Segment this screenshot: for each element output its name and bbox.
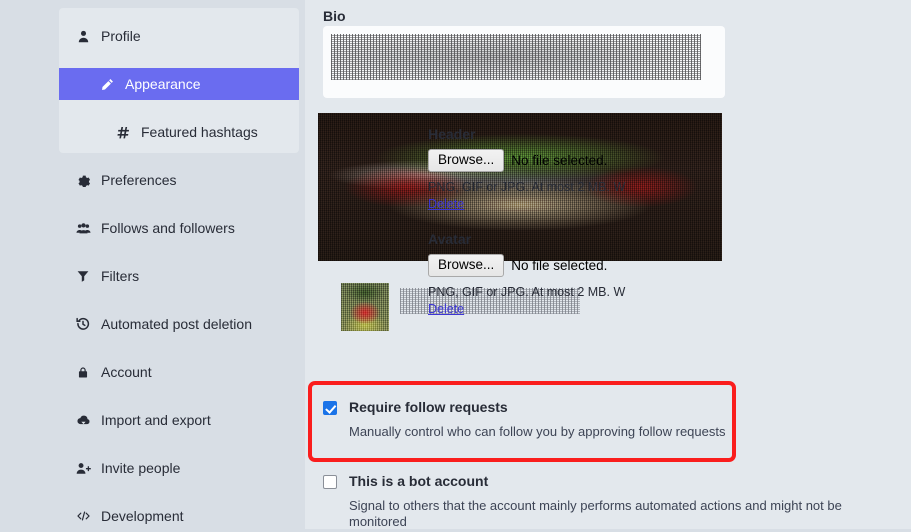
lock-icon: [75, 364, 91, 380]
sidebar-item-import-and-export[interactable]: Import and export: [75, 404, 211, 436]
sidebar-item-label: Featured hashtags: [141, 124, 258, 140]
bot-account-row: This is a bot account Signal to others t…: [323, 474, 903, 530]
bio-textarea[interactable]: [323, 26, 725, 98]
sidebar-item-automated-post-deletion[interactable]: Automated post deletion: [75, 308, 252, 340]
people-icon: [75, 220, 91, 236]
sidebar-item-invite-people[interactable]: Invite people: [75, 452, 180, 484]
settings-appearance-page: Profile Appearance Featured hashtags Pre…: [0, 0, 911, 529]
header-upload-label: Header: [428, 126, 476, 142]
sidebar-item-label: Import and export: [101, 412, 211, 428]
require-follow-requests-description: Manually control who can follow you by a…: [349, 424, 726, 439]
header-file-status: No file selected.: [511, 152, 608, 168]
avatar-upload-field: Avatar Browse... No file selected. PNG, …: [428, 231, 626, 316]
sidebar-item-label: Follows and followers: [101, 220, 235, 236]
sidebar-item-label: Filters: [101, 268, 140, 284]
require-follow-requests-checkbox[interactable]: [323, 401, 337, 415]
sidebar-item-label: Development: [101, 508, 184, 524]
sidebar-item-label: Account: [101, 364, 152, 380]
sidebar-item-follows-and-followers[interactable]: Follows and followers: [75, 212, 235, 244]
person-add-icon: [75, 460, 91, 476]
history-icon: [75, 316, 91, 332]
avatar-file-input-row[interactable]: Browse... No file selected.: [428, 254, 608, 277]
sidebar-item-featured-hashtags[interactable]: Featured hashtags: [115, 116, 258, 148]
funnel-icon: [75, 268, 91, 284]
sidebar-item-appearance[interactable]: Appearance: [59, 68, 299, 100]
sidebar-item-profile[interactable]: Profile: [75, 20, 141, 52]
sidebar-item-label: Appearance: [125, 76, 201, 92]
avatar-file-status: No file selected.: [511, 257, 608, 273]
avatar-upload-hint: PNG, GIF or JPG. At most 2 MB. W: [428, 284, 626, 299]
sidebar-item-preferences[interactable]: Preferences: [75, 164, 176, 196]
header-browse-button[interactable]: Browse...: [428, 149, 505, 172]
header-file-input-row[interactable]: Browse... No file selected.: [428, 149, 608, 172]
bot-account-title[interactable]: This is a bot account: [349, 474, 488, 489]
sidebar-item-label: Preferences: [101, 172, 177, 188]
appearance-settings-form: Bio: [305, 0, 911, 529]
bot-account-checkbox[interactable]: [323, 475, 337, 489]
require-follow-requests-title[interactable]: Require follow requests: [349, 400, 508, 415]
header-upload-hint: PNG, GIF or JPG. At most 2 MB. W: [428, 179, 626, 194]
code-icon: [75, 508, 91, 524]
avatar-browse-button[interactable]: Browse...: [428, 254, 505, 277]
bot-account-description: Signal to others that the account mainly…: [349, 498, 842, 529]
avatar-image-preview[interactable]: [341, 283, 389, 331]
hashtag-icon: [115, 124, 131, 140]
header-upload-field: Header Browse... No file selected. PNG, …: [428, 126, 626, 211]
settings-sidebar: Profile Appearance Featured hashtags Pre…: [0, 0, 305, 529]
sidebar-item-label: Profile: [101, 28, 141, 44]
avatar-upload-label: Avatar: [428, 231, 472, 247]
pencil-icon: [99, 76, 115, 92]
sidebar-item-account[interactable]: Account: [75, 356, 152, 388]
cloud-upload-icon: [75, 412, 91, 428]
sidebar-item-label: Invite people: [101, 460, 181, 476]
bio-text-content: [331, 34, 701, 80]
header-delete-link[interactable]: Delete: [428, 197, 464, 211]
require-follow-requests-row: Require follow requests Manually control…: [323, 400, 903, 440]
bio-label: Bio: [323, 8, 346, 24]
person-icon: [75, 28, 91, 44]
gear-icon: [75, 172, 91, 188]
sidebar-item-label: Automated post deletion: [101, 316, 252, 332]
sidebar-item-development[interactable]: Development: [75, 500, 184, 532]
avatar-delete-link[interactable]: Delete: [428, 302, 464, 316]
sidebar-item-filters[interactable]: Filters: [75, 260, 139, 292]
